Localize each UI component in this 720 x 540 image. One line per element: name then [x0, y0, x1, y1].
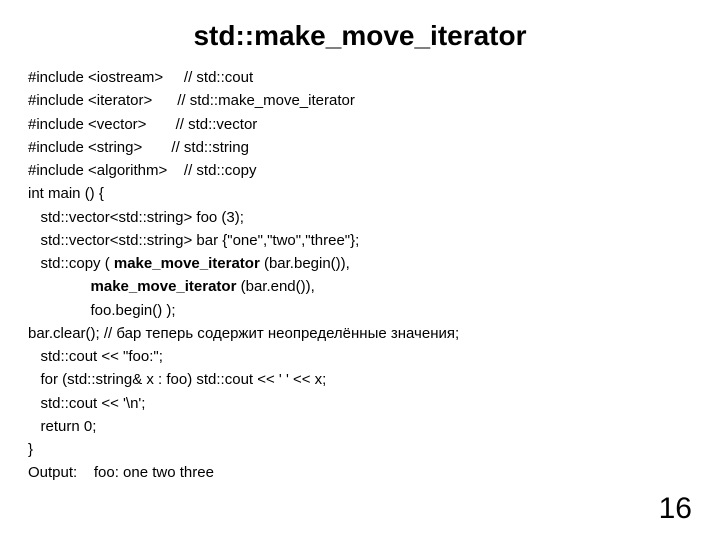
code-line: std::cout << "foo:";: [28, 348, 163, 365]
code-line: Output: foo: one two three: [28, 464, 214, 481]
code-line: #include <vector> // std::vector: [28, 116, 257, 133]
slide: std::make_move_iterator #include <iostre…: [0, 0, 720, 540]
code-token: (bar.: [260, 255, 294, 272]
code-line: foo.: [28, 302, 116, 319]
code-line: int main () {: [28, 185, 104, 202]
code-token: begin() );: [116, 302, 176, 319]
code-line: bar.: [28, 325, 53, 342]
code-line: }: [28, 441, 33, 458]
code-bold: make_move_iterator: [114, 255, 260, 272]
code-line: [28, 278, 91, 295]
page-number: 16: [659, 492, 692, 526]
code-bold: make_move_iterator: [91, 278, 237, 295]
code-line: std::vector<std::string> foo (3);: [28, 209, 244, 226]
code-line: std::cout << '\n';: [28, 395, 145, 412]
code-line: std::vector<std::string> bar {"one","two…: [28, 232, 359, 249]
code-line: std::: [28, 255, 69, 272]
code-token: (bar.end()),: [236, 278, 314, 295]
code-line: #include <iterator> // std::make_move_it…: [28, 92, 355, 109]
code-line: #include <algorithm> // std::: [28, 162, 225, 179]
code-line: #include <iostream> // std::: [28, 69, 225, 86]
code-token: cout: [225, 69, 253, 86]
code-token: copy: [225, 162, 257, 179]
code-token: copy (: [69, 255, 114, 272]
code-line: return 0;: [28, 418, 96, 435]
code-line: #include <string> // std::string: [28, 139, 249, 156]
code-token: begin()),: [294, 255, 350, 272]
code-block: #include <iostream> // std::cout #includ…: [28, 66, 692, 485]
code-line: for (std::string& x : foo) std::cout << …: [28, 371, 326, 388]
slide-title: std::make_move_iterator: [28, 20, 692, 52]
code-token: clear(); // бар теперь содержит неопреде…: [53, 325, 459, 342]
